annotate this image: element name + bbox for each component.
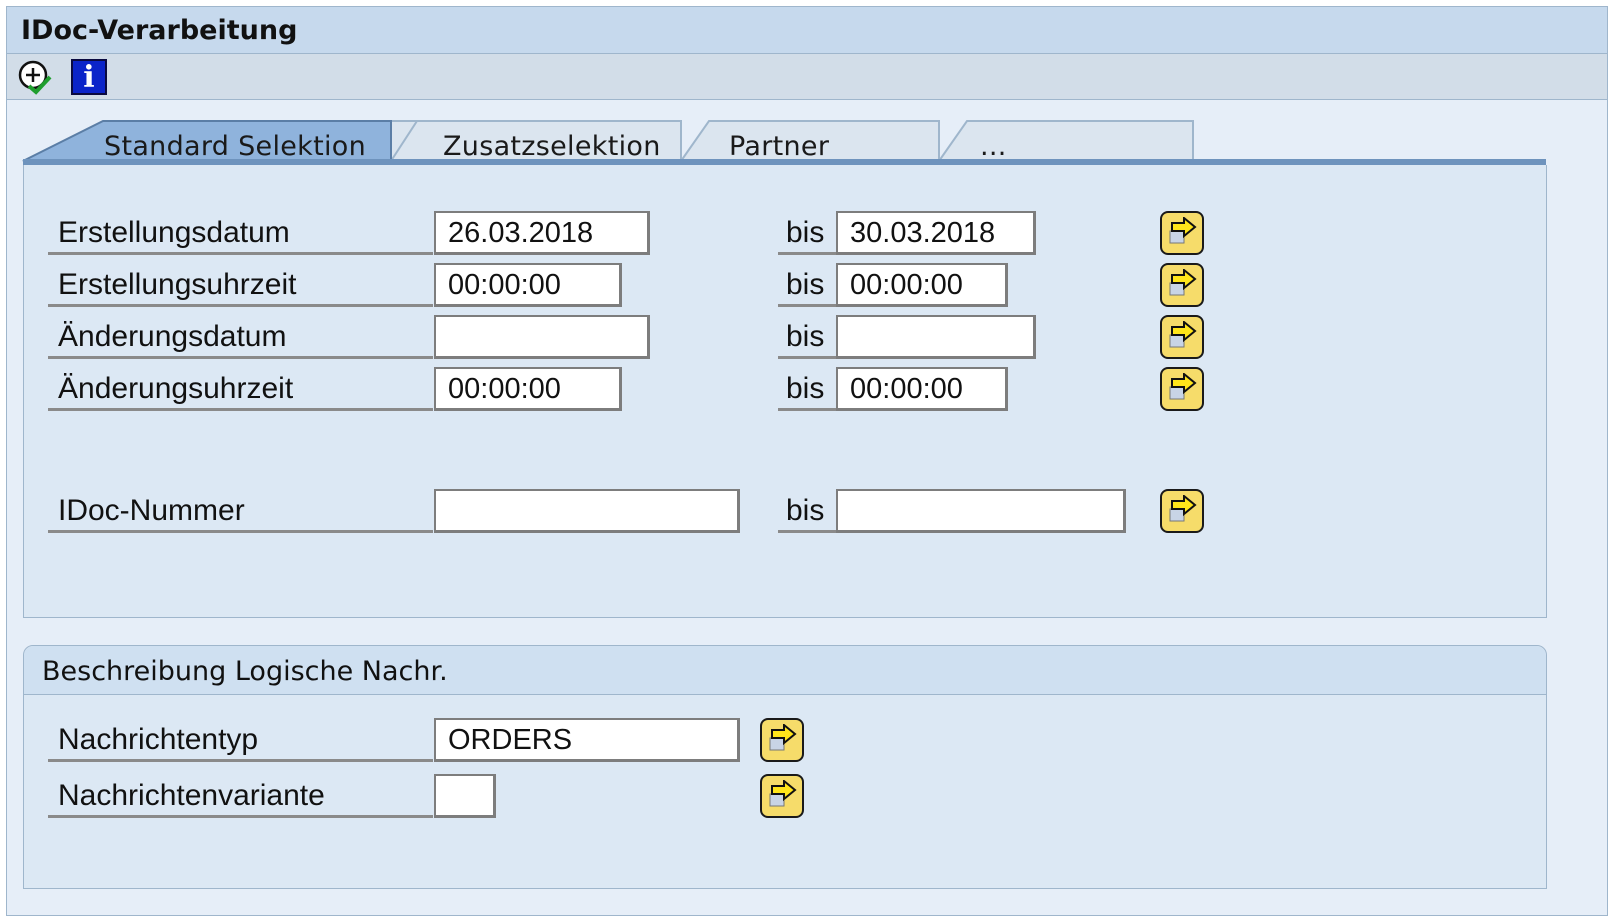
- row-aenderungsuhrzeit: Änderungsuhrzeit 00:00:00 bis 00:00:00: [48, 367, 1228, 413]
- multiple-selection-button[interactable]: [1160, 489, 1204, 533]
- field-label: Änderungsuhrzeit: [48, 367, 433, 411]
- field-label: IDoc-Nummer: [48, 489, 433, 533]
- aenderungsdatum-from-input[interactable]: [434, 315, 650, 359]
- multiple-selection-button[interactable]: [760, 718, 804, 762]
- window-title: IDoc-Verarbeitung: [21, 15, 298, 46]
- bis-label: bis: [778, 315, 838, 359]
- group-title: Beschreibung Logische Nachr.: [42, 656, 448, 687]
- tab-zusatzselektion[interactable]: Zusatzselektion: [443, 131, 661, 162]
- group-header: Beschreibung Logische Nachr.: [24, 646, 1546, 695]
- multiple-selection-button[interactable]: [760, 774, 804, 818]
- bis-label: bis: [778, 489, 838, 533]
- bis-label: bis: [778, 211, 838, 255]
- field-label: Erstellungsdatum: [48, 211, 433, 255]
- idoc-nummer-to-input[interactable]: [836, 489, 1126, 533]
- erstellungsdatum-from-input[interactable]: 26.03.2018: [434, 211, 650, 255]
- title-bar: IDoc-Verarbeitung: [7, 7, 1607, 54]
- row-erstellungsuhrzeit: Erstellungsuhrzeit 00:00:00 bis 00:00:00: [48, 263, 1228, 309]
- row-erstellungsdatum: Erstellungsdatum 26.03.2018 bis 30.03.20…: [48, 211, 1228, 257]
- bis-label: bis: [778, 263, 838, 307]
- toolbar: i: [7, 54, 1607, 100]
- nachrichtenvariante-input[interactable]: [434, 774, 496, 818]
- multiple-selection-button[interactable]: [1160, 211, 1204, 255]
- field-label: Erstellungsuhrzeit: [48, 263, 433, 307]
- idoc-window: IDoc-Verarbeitung i Standard Selektion Z…: [6, 6, 1608, 916]
- execute-icon[interactable]: [17, 59, 53, 95]
- message-group-box: Beschreibung Logische Nachr. Nachrichten…: [23, 645, 1547, 889]
- erstellungsuhrzeit-to-input[interactable]: 00:00:00: [836, 263, 1008, 307]
- row-nachrichtentyp: Nachrichtentyp ORDERS: [48, 718, 808, 764]
- tab-strip: Standard Selektion Zusatzselektion Partn…: [7, 117, 1607, 169]
- multiple-selection-button[interactable]: [1160, 367, 1204, 411]
- multiple-selection-button[interactable]: [1160, 263, 1204, 307]
- tab-partner[interactable]: Partner: [729, 131, 829, 162]
- multiple-selection-button[interactable]: [1160, 315, 1204, 359]
- field-label: Nachrichtenvariante: [48, 774, 433, 818]
- tab-standard-selektion[interactable]: Standard Selektion: [104, 131, 366, 162]
- aenderungsdatum-to-input[interactable]: [836, 315, 1036, 359]
- row-aenderungsdatum: Änderungsdatum bis: [48, 315, 1228, 361]
- info-icon[interactable]: i: [71, 59, 107, 95]
- nachrichtentyp-input[interactable]: ORDERS: [434, 718, 740, 762]
- aenderungsuhrzeit-from-input[interactable]: 00:00:00: [434, 367, 622, 411]
- idoc-nummer-from-input[interactable]: [434, 489, 740, 533]
- row-idoc-nummer: IDoc-Nummer bis: [48, 489, 1228, 535]
- tab-more[interactable]: ...: [980, 131, 1007, 162]
- row-nachrichtenvariante: Nachrichtenvariante: [48, 774, 808, 820]
- selection-panel: Erstellungsdatum 26.03.2018 bis 30.03.20…: [23, 165, 1547, 618]
- aenderungsuhrzeit-to-input[interactable]: 00:00:00: [836, 367, 1008, 411]
- erstellungsuhrzeit-from-input[interactable]: 00:00:00: [434, 263, 622, 307]
- erstellungsdatum-to-input[interactable]: 30.03.2018: [836, 211, 1036, 255]
- bis-label: bis: [778, 367, 838, 411]
- field-label: Nachrichtentyp: [48, 718, 433, 762]
- field-label: Änderungsdatum: [48, 315, 433, 359]
